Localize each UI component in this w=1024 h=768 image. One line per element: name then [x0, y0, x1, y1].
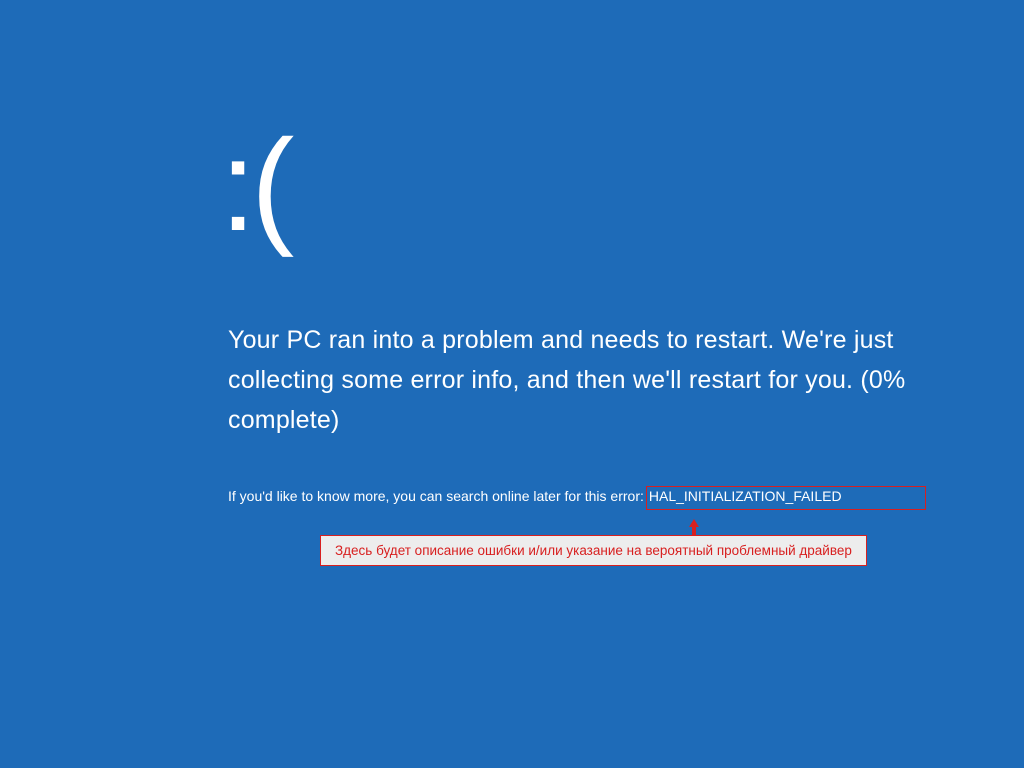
- sad-face-icon: :(: [220, 120, 948, 250]
- annotation-callout: Здесь будет описание ошибки и/или указан…: [320, 535, 867, 566]
- error-code-highlighted: HAL_INITIALIZATION_FAILED: [646, 486, 926, 510]
- sub-error-message: If you'd like to know more, you can sear…: [228, 486, 948, 510]
- main-error-message: Your PC ran into a problem and needs to …: [228, 320, 948, 440]
- sub-message-prefix: If you'd like to know more, you can sear…: [228, 488, 644, 504]
- arrow-up-icon: [688, 519, 700, 535]
- bsod-content: :( Your PC ran into a problem and needs …: [228, 120, 948, 510]
